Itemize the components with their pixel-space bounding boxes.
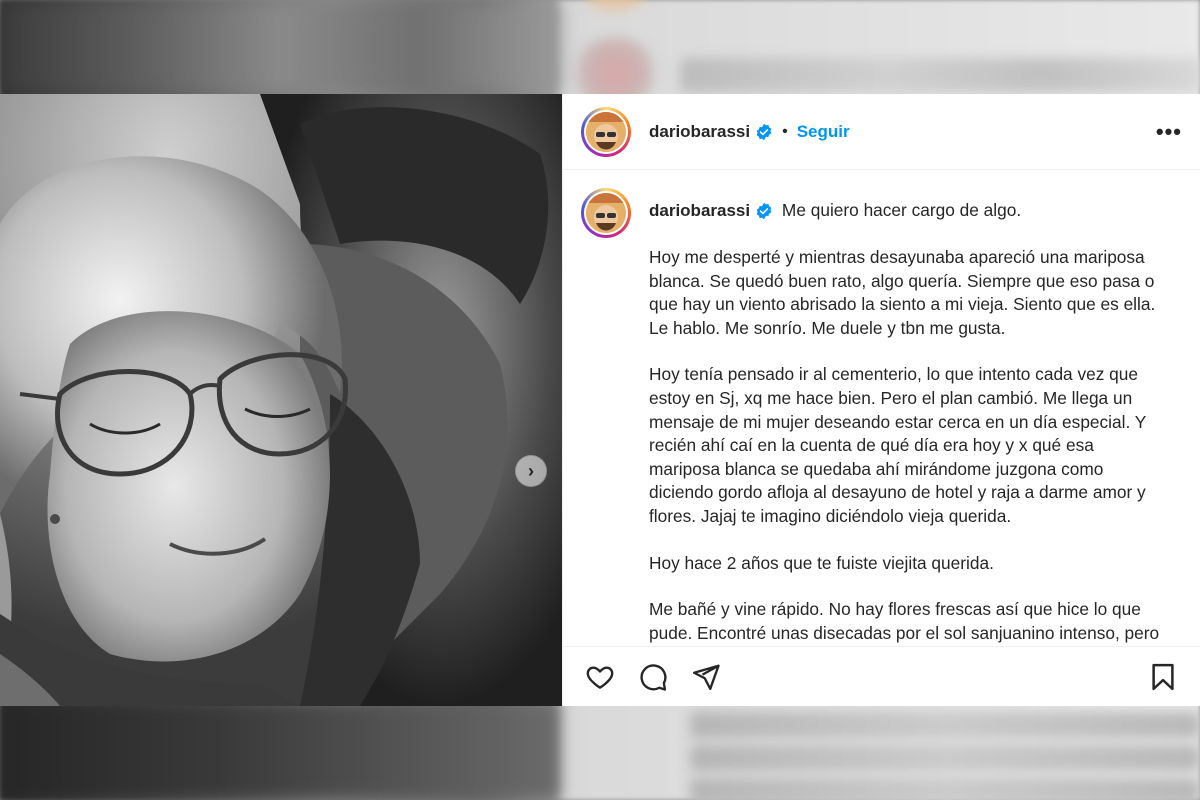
avatar-photo [586,193,626,233]
caption-paragraph: Hoy tenía pensado ir al cementerio, lo q… [649,364,1151,526]
caption-area: dariobarassi Me quiero hacer cargo de al… [563,170,1200,646]
blurred-text [690,745,1200,771]
blurred-photo-top [0,0,560,95]
share-icon[interactable] [691,662,721,692]
post-header: dariobarassi • Seguir ••• [563,94,1200,170]
more-options-icon[interactable]: ••• [1156,119,1182,145]
bookmark-icon[interactable] [1148,662,1178,692]
carousel-next-button[interactable]: › [515,455,547,487]
post-photo[interactable]: › [0,94,562,706]
caption-paragraph: Hoy hace 2 años que te fuiste viejita qu… [649,552,994,573]
heart-icon[interactable] [585,662,615,692]
caption-username[interactable]: dariobarassi [649,201,750,220]
follow-button[interactable]: Seguir [797,122,850,142]
avatar[interactable] [581,188,631,238]
photo-illustration [0,94,562,706]
blurred-text [690,712,1200,738]
post-modal: › dariobarassi • Seguir ••• dariobarassi… [0,94,1200,706]
post-side-panel: dariobarassi • Seguir ••• dariobarassi M… [562,94,1200,706]
caption-first-line: Me quiero hacer cargo de algo. [781,200,1022,220]
blurred-photo-bottom [0,700,560,800]
caption-paragraph: Hoy me desperté y mientras desayunaba ap… [649,247,1161,338]
avatar[interactable] [581,106,631,157]
verified-badge-icon [756,203,772,220]
author-username[interactable]: dariobarassi [649,122,750,142]
verified-badge-icon [756,123,772,140]
blurred-text [690,778,1200,800]
blurred-text [680,58,1200,92]
caption-paragraph: Me bañé y vine rápido. No hay flores fre… [649,599,1160,643]
avatar-photo [586,111,626,152]
separator-dot: • [782,122,788,140]
action-bar [563,646,1200,706]
comment-icon[interactable] [638,662,668,692]
caption-body: dariobarassi Me quiero hacer cargo de al… [649,188,1169,646]
